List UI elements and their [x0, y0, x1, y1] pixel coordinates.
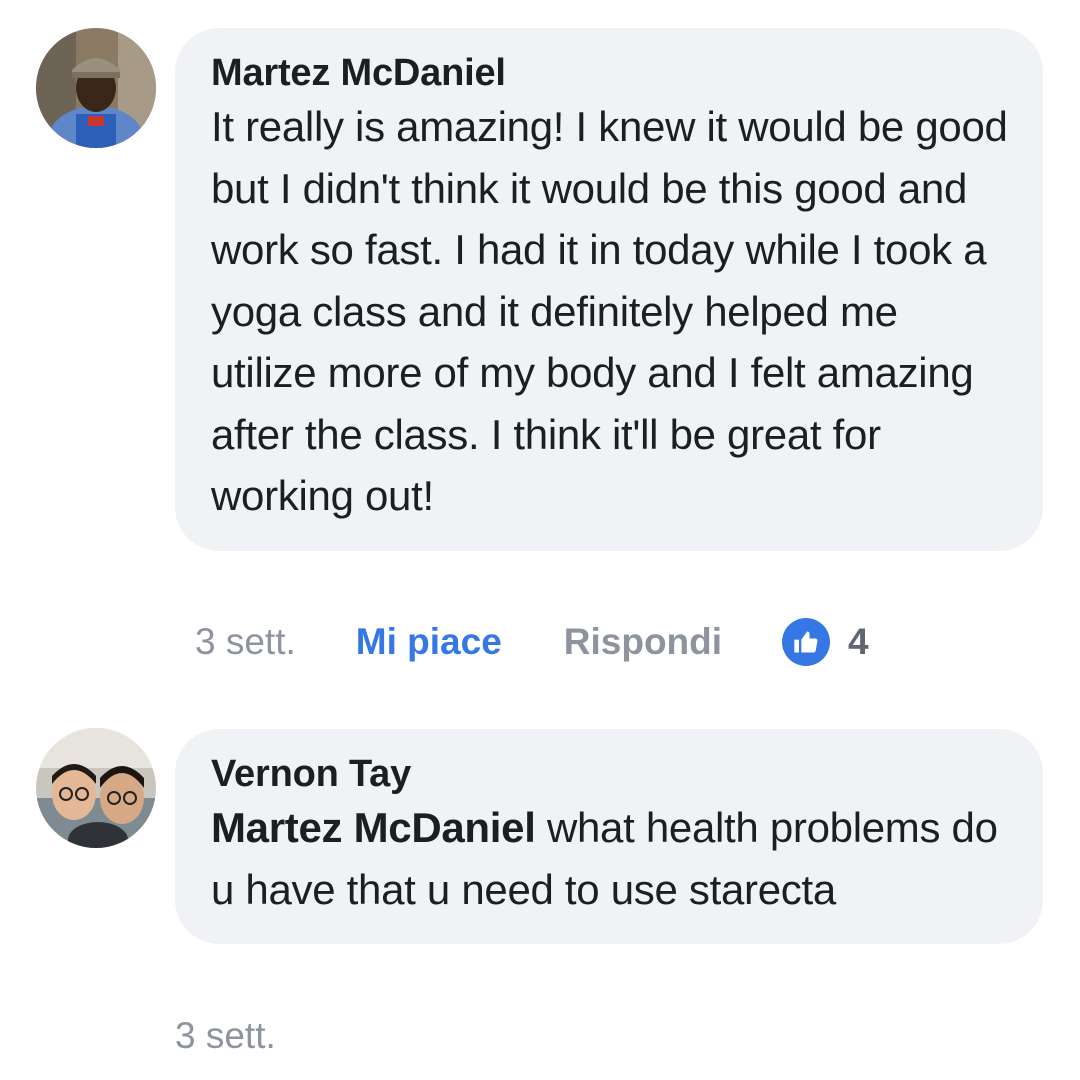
reaction-summary[interactable]: 4: [782, 618, 869, 666]
reply-button[interactable]: Rispondi: [564, 621, 722, 663]
comment-timestamp[interactable]: 3 sett.: [175, 1015, 276, 1057]
avatar-martez[interactable]: [36, 28, 156, 148]
comment-text: Martez McDaniel what health problems do …: [211, 797, 1013, 920]
comment-actions: 3 sett.: [175, 1015, 276, 1057]
comment-author[interactable]: Martez McDaniel: [211, 50, 1013, 96]
comment-actions: 3 sett. Mi piace Rispondi 4: [195, 618, 869, 666]
comment-timestamp[interactable]: 3 sett.: [195, 621, 296, 663]
comment-bubble: Martez McDaniel It really is amazing! I …: [175, 28, 1043, 551]
thumbs-up-icon: [782, 618, 831, 666]
like-button[interactable]: Mi piace: [356, 621, 502, 663]
avatar-vernon[interactable]: [36, 728, 156, 848]
reaction-count: 4: [848, 621, 869, 662]
mention-tag[interactable]: Martez McDaniel: [211, 804, 536, 851]
comment-author[interactable]: Vernon Tay: [211, 751, 1013, 797]
comment-bubble: Vernon Tay Martez McDaniel what health p…: [175, 729, 1043, 944]
comment-text: It really is amazing! I knew it would be…: [211, 103, 1008, 519]
